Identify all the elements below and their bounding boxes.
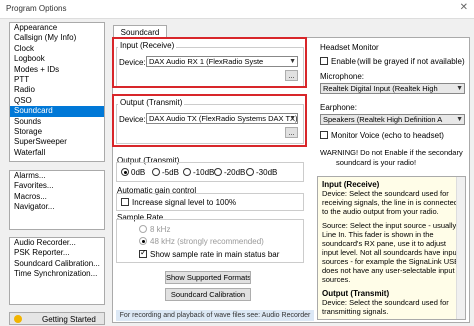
sidebar-item[interactable]: Radio [10, 85, 104, 95]
headset-enable-note: (will be grayed if not available) [357, 57, 465, 66]
sidebar-item[interactable]: Modes + IDs [10, 65, 104, 75]
show-supported-formats-button[interactable]: Show Supported Formats [165, 271, 251, 284]
sidebar-item[interactable]: QSO [10, 96, 104, 106]
soundcard-calibration-button[interactable]: Soundcard Calibration [165, 288, 251, 301]
sidebar-item[interactable]: Soundcard [10, 106, 104, 117]
output-highlight [112, 94, 307, 147]
getting-started-button[interactable]: Getting Started [9, 312, 105, 325]
sidebar-item[interactable]: Logbook [10, 54, 104, 64]
sidebar-item[interactable]: Waterfall [10, 148, 104, 158]
help-panel[interactable]: Input (Receive) Device: Select the sound… [317, 176, 466, 320]
output-level-label: -5dB [162, 168, 179, 177]
sample-rate-48khz-label: 48 kHz (strongly recommended) [150, 237, 264, 246]
title-bar: Program Options ✕ [0, 0, 474, 19]
increase-signal-label: Increase signal level to 100% [132, 198, 237, 207]
headset-enable-label: Enable [331, 57, 356, 66]
chevron-down-icon: ▼ [456, 116, 463, 123]
sidebar-item[interactable]: Clock [10, 44, 104, 54]
output-level-label: -30dB [256, 168, 278, 177]
help-heading-input: Input (Receive) [322, 180, 380, 189]
window-title: Program Options [6, 4, 67, 13]
monitor-voice-label: Monitor Voice (echo to headset) [331, 131, 444, 140]
chevron-down-icon: ▼ [456, 85, 463, 92]
sidebar-item[interactable]: Callsign (My Info) [10, 33, 104, 43]
output-level-radio[interactable] [152, 168, 160, 176]
headset-enable-checkbox[interactable] [320, 57, 328, 65]
options-category-list[interactable]: Appearance Callsign (My Info) Clock Logbook… [9, 22, 105, 162]
earphone-label: Earphone: [320, 103, 357, 112]
tools-list[interactable]: Alarms... Favorites... Macros... Navigator.… [9, 170, 105, 230]
sidebar-item[interactable]: Sounds [10, 117, 104, 127]
sidebar-item[interactable]: Time Synchronization... [10, 269, 104, 279]
help-input-source: Source: Select the input source - usuall… [322, 221, 460, 284]
headset-warning-line1: WARNING! Do not Enable if the secondary [320, 148, 463, 157]
headset-warning-line2: soundcard is your radio! [336, 158, 417, 167]
help-heading-output: Output (Transmit) [322, 289, 390, 298]
sample-rate-8khz-radio[interactable] [139, 225, 147, 233]
sample-rate-48khz-radio[interactable] [139, 237, 147, 245]
output-level-label: 0dB [131, 168, 146, 177]
monitor-voice-checkbox[interactable] [320, 131, 328, 139]
output-level-radio[interactable] [246, 168, 254, 176]
sidebar-item[interactable]: Soundcard Calibration... [10, 259, 104, 269]
sidebar-item[interactable]: Macros... [10, 192, 104, 202]
sidebar-item[interactable]: Audio Recorder... [10, 238, 104, 248]
output-level-label: -10dB [193, 168, 215, 177]
output-level-radio[interactable] [214, 168, 222, 176]
sidebar-item[interactable]: PTT [10, 75, 104, 85]
earphone-select[interactable]: Speakers (Realtek High Definition A ▼ [320, 114, 465, 125]
help-scrollbar[interactable] [456, 177, 465, 319]
earphone-value: Speakers (Realtek High Definition A [323, 115, 443, 124]
audio-recorder-note: For recording and playback of wave files… [116, 310, 314, 321]
sample-rate-8khz-label: 8 kHz [150, 225, 171, 234]
sidebar-item[interactable]: Storage [10, 127, 104, 137]
show-sample-rate-checkbox[interactable] [139, 248, 147, 258]
output-level-radio[interactable] [183, 168, 191, 176]
microphone-select[interactable]: Realtek Digital Input (Realtek High ▼ [320, 83, 465, 94]
getting-started-label: Getting Started [42, 315, 96, 324]
headset-monitor-title: Headset Monitor [320, 43, 379, 52]
sidebar-item[interactable]: Navigator... [10, 202, 104, 212]
utilities-list[interactable]: Audio Recorder... PSK Reporter... Soundcar… [9, 237, 105, 305]
show-sample-rate-label: Show sample rate in main status bar [150, 250, 280, 259]
output-level-radio[interactable] [121, 168, 129, 176]
sidebar-item[interactable]: Alarms... [10, 171, 104, 181]
sidebar-item[interactable]: Appearance [10, 23, 104, 33]
increase-signal-checkbox[interactable] [121, 198, 129, 206]
help-output-device: Device: Select the soundcard used for tr… [322, 298, 449, 316]
help-input-device: Device: Select the soundcard used for re… [322, 189, 458, 216]
output-level-label: -20dB [224, 168, 246, 177]
close-icon[interactable]: ✕ [460, 2, 468, 13]
lightbulb-icon [14, 315, 22, 323]
sidebar-item[interactable]: SuperSweeper [10, 137, 104, 147]
sidebar-item[interactable]: Favorites... [10, 181, 104, 191]
sidebar-item[interactable]: PSK Reporter... [10, 248, 104, 258]
microphone-value: Realtek Digital Input (Realtek High [323, 84, 438, 93]
input-highlight [112, 37, 307, 88]
microphone-label: Microphone: [320, 72, 365, 81]
